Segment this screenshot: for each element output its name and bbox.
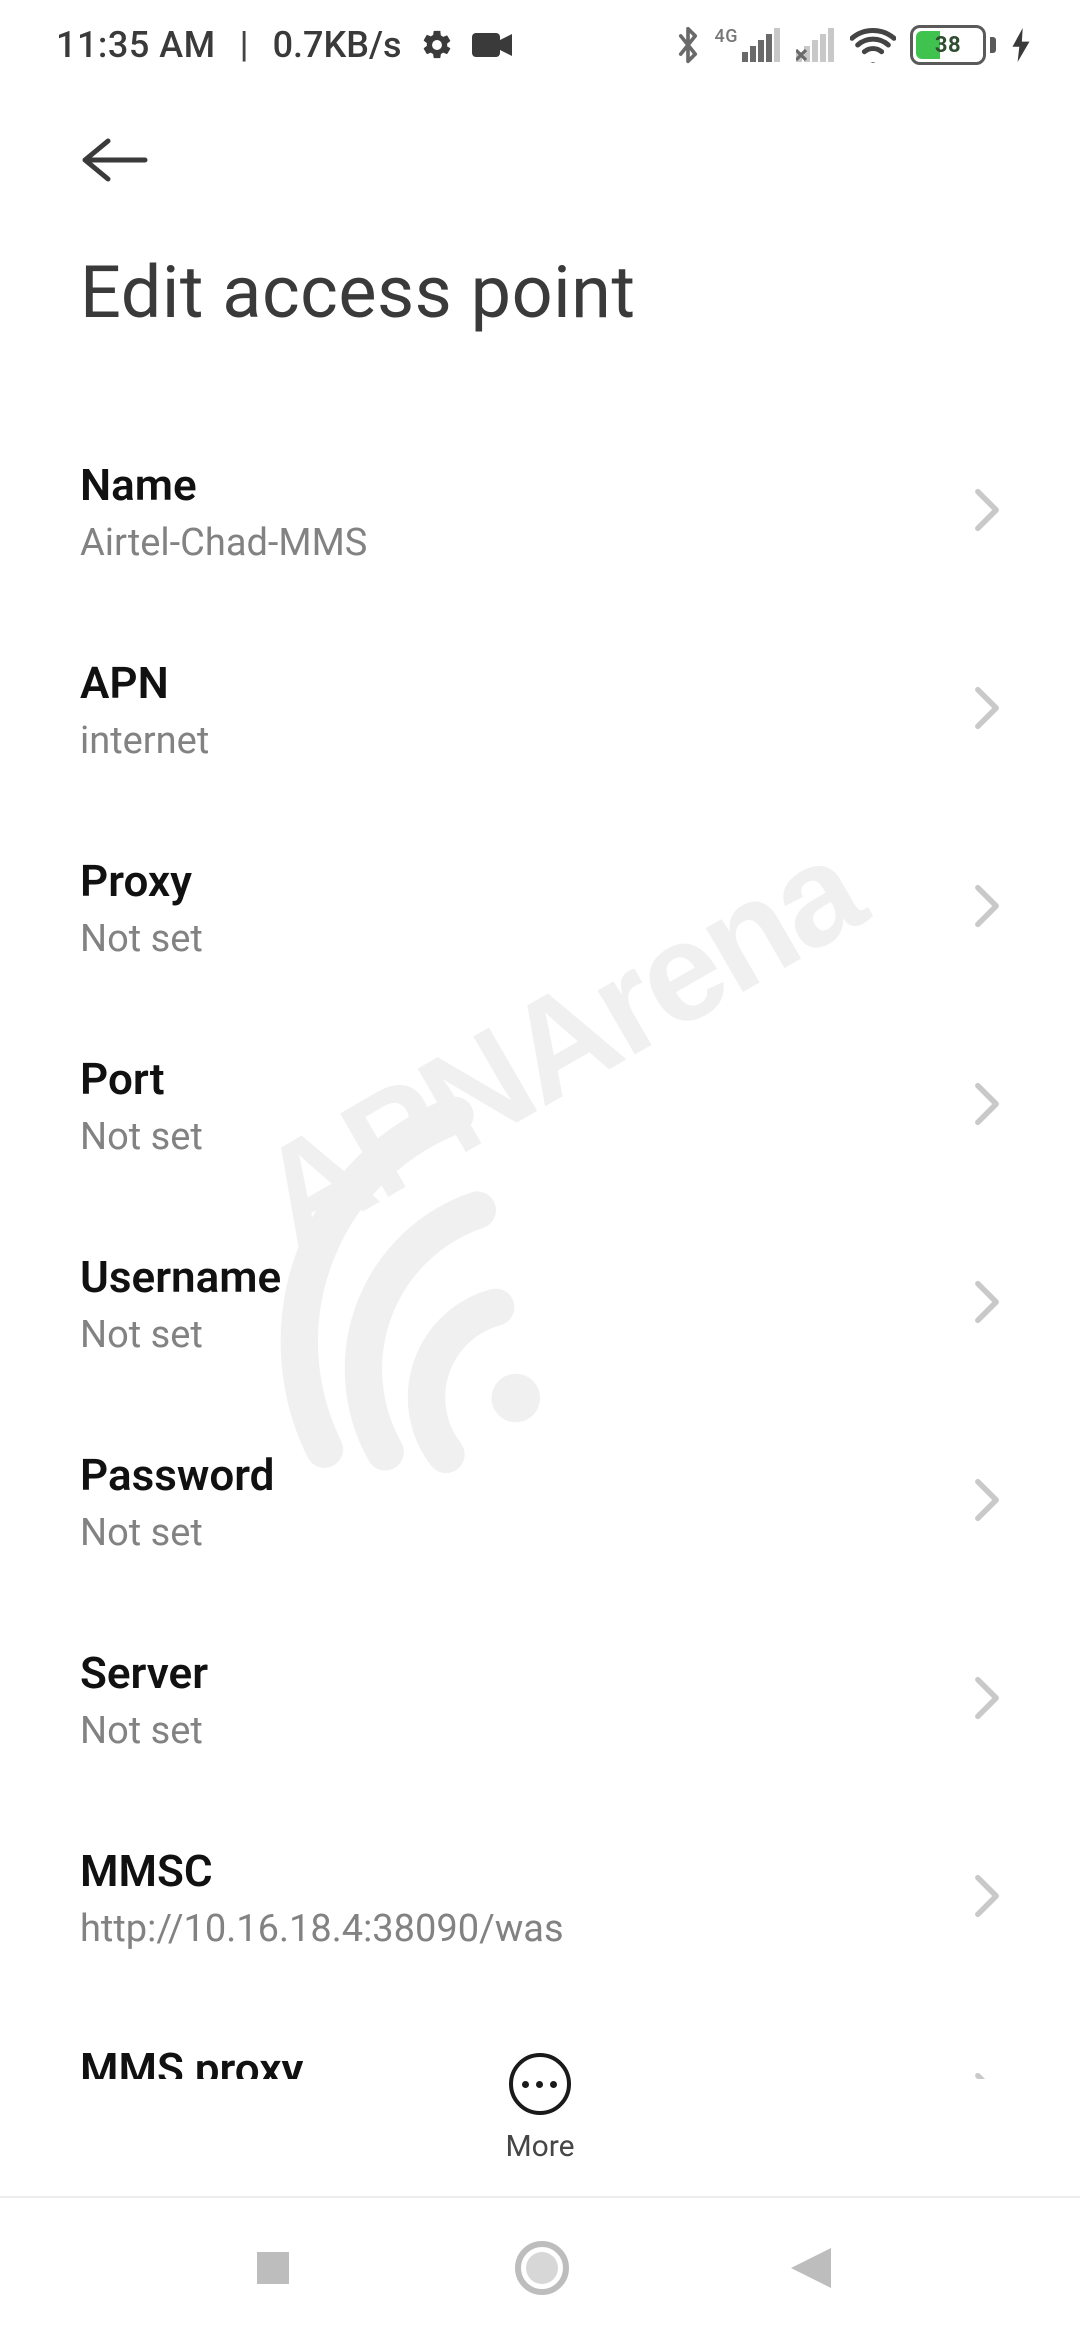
status-bar: 11:35 AM | 0.7KB/s 4G 38	[0, 0, 1080, 90]
camera-icon	[472, 31, 512, 59]
row-label: MMSC	[80, 1845, 564, 1897]
row-value: Not set	[80, 1511, 274, 1555]
row-label: Username	[80, 1251, 281, 1303]
row-label: Server	[80, 1647, 208, 1699]
nav-recents-button[interactable]	[249, 2244, 297, 2296]
nav-home-button[interactable]	[514, 2240, 570, 2300]
row-password[interactable]: Password Not set	[80, 1405, 1000, 1603]
wifi-icon	[850, 27, 896, 63]
status-right: 4G 38	[675, 25, 1031, 65]
status-left: 11:35 AM | 0.7KB/s	[56, 24, 512, 66]
row-label: Name	[80, 459, 367, 511]
row-label: APN	[80, 657, 209, 709]
nav-back-button[interactable]	[787, 2244, 831, 2296]
nav-separator	[0, 2196, 1080, 2198]
row-apn[interactable]: APN internet	[80, 613, 1000, 811]
row-label: Port	[80, 1053, 203, 1105]
row-name[interactable]: Name Airtel-Chad-MMS	[80, 415, 1000, 613]
signal-sim1-icon	[742, 28, 782, 62]
gear-icon	[420, 28, 454, 62]
chevron-right-icon	[974, 1874, 1000, 1922]
row-port[interactable]: Port Not set	[80, 1009, 1000, 1207]
chevron-right-icon	[974, 1676, 1000, 1724]
signal-sim2-icon	[796, 28, 836, 62]
status-time: 11:35 AM	[56, 24, 216, 66]
row-label: Password	[80, 1449, 274, 1501]
row-value: Not set	[80, 1313, 281, 1357]
chevron-right-icon	[974, 488, 1000, 536]
more-icon	[509, 2053, 571, 2115]
row-username[interactable]: Username Not set	[80, 1207, 1000, 1405]
row-value: Airtel-Chad-MMS	[80, 521, 367, 565]
more-label: More	[505, 2129, 574, 2164]
chevron-right-icon	[974, 1478, 1000, 1526]
back-button[interactable]	[80, 120, 160, 200]
row-value: http://10.16.18.4:38090/was	[80, 1907, 564, 1951]
bluetooth-icon	[675, 25, 701, 65]
settings-list: Name Airtel-Chad-MMS APN internet Proxy …	[0, 415, 1080, 2079]
chevron-right-icon	[974, 1280, 1000, 1328]
row-value: internet	[80, 719, 209, 763]
system-nav-bar	[0, 2200, 1080, 2340]
row-value: Not set	[80, 917, 203, 961]
network-type-label: 4G	[715, 26, 739, 47]
chevron-right-icon	[974, 884, 1000, 932]
chevron-right-icon	[974, 686, 1000, 734]
row-label: Proxy	[80, 855, 203, 907]
battery-percent: 38	[913, 33, 983, 58]
row-proxy[interactable]: Proxy Not set	[80, 811, 1000, 1009]
row-value: Not set	[80, 1709, 208, 1753]
status-net-speed: 0.7KB/s	[273, 24, 402, 66]
battery-indicator: 38	[910, 25, 996, 65]
more-button[interactable]: More	[505, 2053, 574, 2164]
row-value: Not set	[80, 1115, 203, 1159]
status-separator: |	[240, 24, 249, 66]
page-title: Edit access point	[0, 230, 1080, 415]
header	[0, 90, 1080, 230]
list-fade	[0, 1956, 1080, 1996]
chevron-right-icon	[974, 1082, 1000, 1130]
charging-icon	[1012, 28, 1030, 62]
row-server[interactable]: Server Not set	[80, 1603, 1000, 1801]
arrow-left-icon	[80, 135, 150, 185]
